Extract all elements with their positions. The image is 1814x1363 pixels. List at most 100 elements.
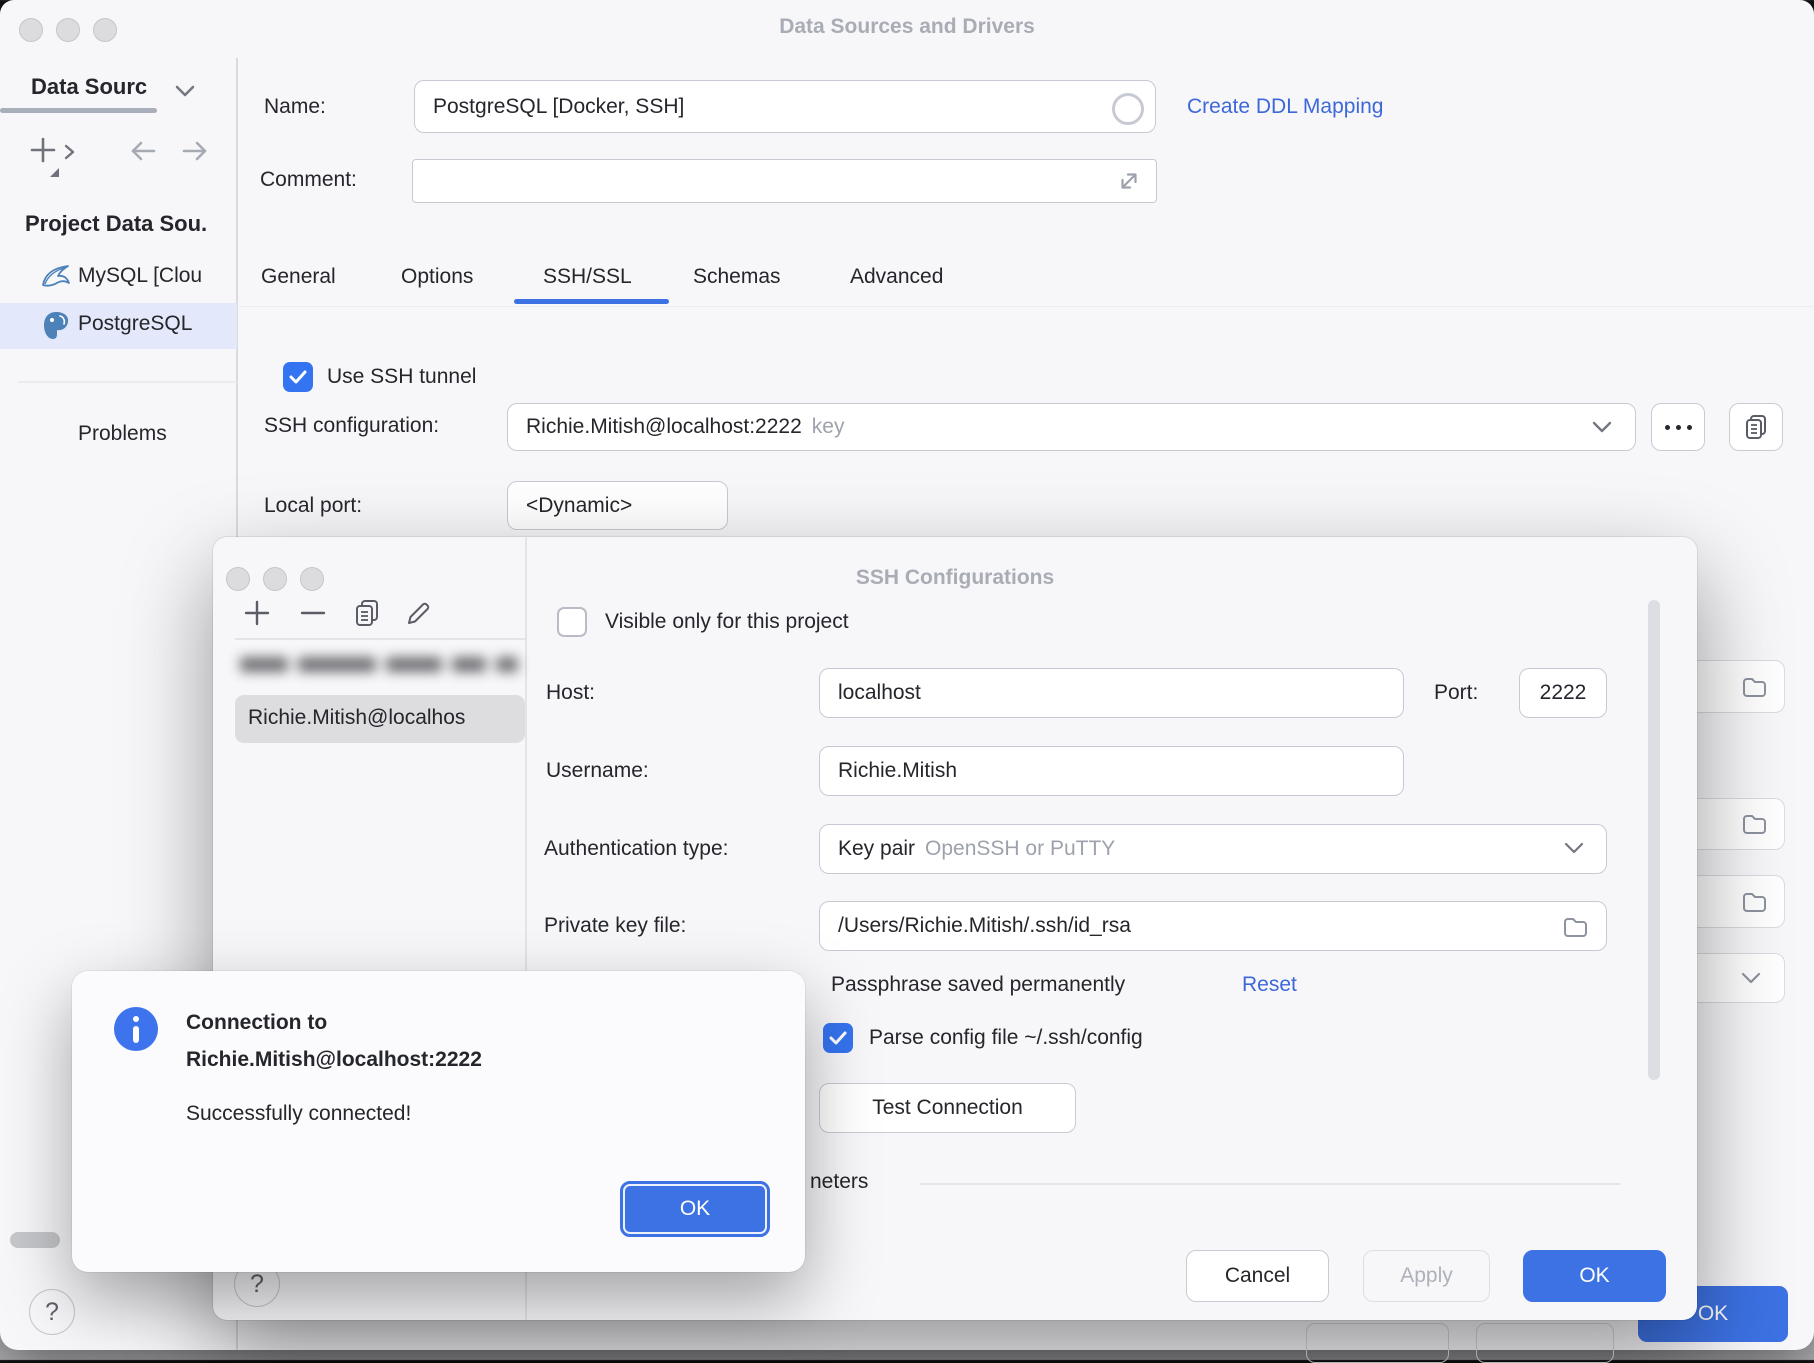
ssh-configuration-combobox[interactable]: Richie.Mitish@localhost:2222 key [507,403,1636,451]
apply-button[interactable]: Apply [1363,1250,1490,1302]
folder-icon [1740,888,1768,916]
edit-configuration-button[interactable] [401,595,437,631]
visible-only-checkbox[interactable] [557,607,587,637]
chevron-down-icon [1561,840,1587,856]
background-apply-button[interactable] [1476,1323,1614,1363]
notification-title-line1: Connection to [186,1004,482,1041]
ssh-configuration-suffix: key [812,415,845,439]
test-connection-button[interactable]: Test Connection [819,1083,1076,1133]
window-title: Data Sources and Drivers [0,15,1814,39]
folder-icon [1740,673,1768,701]
authentication-type-suffix: OpenSSH or PuTTY [925,837,1115,861]
port-value: 2222 [1540,681,1587,705]
add-data-source-button[interactable] [26,134,60,168]
mysql-dolphin-icon [40,262,72,294]
ssh-configuration-label: SSH configuration: [264,414,439,438]
folder-icon [1740,810,1768,838]
authentication-type-value: Key pair [838,837,915,861]
username-value: Richie.Mitish [838,759,957,783]
panel-tab-indicator [0,108,157,113]
sidebar-scrollbar-thumb[interactable] [10,1232,60,1248]
list-item-redacted[interactable] [240,649,518,681]
notification-ok-label: OK [680,1197,710,1221]
ssh-configuration-value: Richie.Mitish@localhost:2222 [526,415,802,439]
cancel-label: Cancel [1225,1264,1290,1288]
section-label-fragment: neters [810,1170,868,1194]
sidebar-item-postgresql[interactable]: PostgreSQL [0,303,237,349]
name-label: Name: [264,95,326,119]
help-label: ? [45,1298,59,1327]
authentication-type-combobox[interactable]: Key pair OpenSSH or PuTTY [819,824,1607,874]
username-input[interactable]: Richie.Mitish [819,746,1404,796]
notification-title-line2: Richie.Mitish@localhost:2222 [186,1041,482,1078]
list-item-selected[interactable]: Richie.Mitish@localhos [235,695,525,743]
private-key-file-input[interactable]: /Users/Richie.Mitish/.ssh/id_rsa [819,901,1607,951]
chevron-right-icon [62,142,76,162]
chevron-down-icon[interactable] [1588,418,1616,436]
apply-label: Apply [1400,1264,1453,1288]
sidebar-item-label: PostgreSQL [78,312,192,336]
active-tab-underline [514,299,669,304]
postgresql-elephant-icon [40,310,72,342]
add-dropdown-triangle-icon [50,168,59,177]
section-separator [920,1183,1620,1185]
folder-icon[interactable] [1561,913,1589,941]
use-ssh-tunnel-checkbox[interactable] [283,362,313,392]
help-button[interactable]: ? [29,1289,75,1335]
copy-configuration-button[interactable] [349,595,385,631]
list-item-label: Richie.Mitish@localhos [248,706,465,730]
test-connection-label: Test Connection [872,1096,1023,1120]
tab-general[interactable]: General [261,265,336,289]
create-ddl-mapping-link[interactable]: Create DDL Mapping [1187,95,1384,119]
visible-only-label: Visible only for this project [605,610,849,634]
sidebar-item-problems[interactable]: Problems [78,422,167,446]
chevron-down-icon [1738,970,1764,986]
name-input[interactable]: PostgreSQL [Docker, SSH] [414,80,1156,133]
remove-configuration-button[interactable] [295,595,331,631]
sidebar-panel-title[interactable]: Data Sourc [31,74,147,100]
notification-ok-button[interactable]: OK [620,1181,770,1237]
browse-ssh-configurations-button[interactable] [1651,403,1705,451]
cancel-button[interactable]: Cancel [1186,1250,1329,1302]
tab-advanced[interactable]: Advanced [850,265,943,289]
expand-icon[interactable] [1114,166,1144,196]
back-button[interactable] [126,136,160,166]
chevron-down-icon[interactable] [172,82,198,100]
username-label: Username: [546,759,649,783]
use-ssh-tunnel-label: Use SSH tunnel [327,365,476,389]
notification-message: Successfully connected! [186,1102,411,1126]
tab-ssh-ssl[interactable]: SSH/SSL [543,265,632,289]
port-input[interactable]: 2222 [1519,668,1607,718]
ok-label: OK [1579,1264,1609,1288]
dialog-title: SSH Configurations [213,566,1697,590]
tab-options[interactable]: Options [401,265,473,289]
host-input[interactable]: localhost [819,668,1404,718]
comment-label: Comment: [260,168,357,192]
local-port-label: Local port: [264,494,362,518]
private-key-file-value: /Users/Richie.Mitish/.ssh/id_rsa [838,914,1131,938]
name-value: PostgreSQL [Docker, SSH] [433,95,684,119]
local-port-input[interactable]: <Dynamic> [507,481,728,530]
comment-input[interactable] [412,159,1157,203]
copy-configuration-button[interactable] [1729,403,1783,451]
authentication-type-label: Authentication type: [544,837,728,861]
port-label: Port: [1434,681,1478,705]
sidebar-item-mysql[interactable]: MySQL [Clou [0,256,237,300]
forward-button[interactable] [178,136,212,166]
redacted-text [240,657,518,672]
ok-button[interactable]: OK [1523,1250,1666,1302]
dialog-scrollbar-thumb[interactable] [1648,600,1660,1080]
background-cancel-button[interactable] [1306,1323,1449,1363]
sidebar-section-header: Project Data Sou. [25,211,207,237]
pencil-icon [403,597,435,629]
parse-config-label: Parse config file ~/.ssh/config [869,1026,1143,1050]
copy-icon [1741,412,1771,442]
local-port-value: <Dynamic> [526,494,632,518]
spinner-icon [1112,93,1144,125]
parse-config-checkbox[interactable] [823,1023,853,1053]
reset-passphrase-link[interactable]: Reset [1242,973,1297,997]
toolbar-separator [235,638,525,640]
add-configuration-button[interactable] [239,595,275,631]
tab-schemas[interactable]: Schemas [693,265,781,289]
copy-icon [351,597,383,629]
